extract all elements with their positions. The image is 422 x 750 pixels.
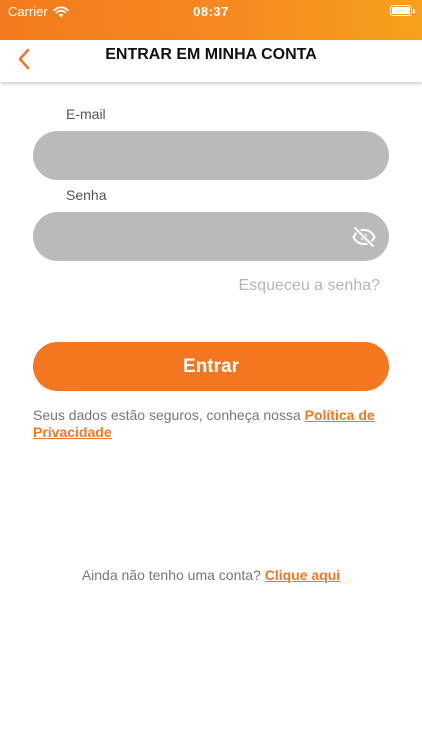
- eye-off-icon[interactable]: [352, 225, 376, 249]
- clock: 08:37: [193, 4, 229, 19]
- signup-link[interactable]: Clique aqui: [265, 567, 340, 583]
- battery-icon: [390, 5, 415, 16]
- login-button[interactable]: Entrar: [33, 342, 389, 391]
- password-label: Senha: [66, 187, 107, 203]
- navigation-bar: ENTRAR EM MINHA CONTA: [0, 40, 422, 82]
- signup-text: Ainda não tenho uma conta?: [81, 567, 261, 583]
- email-label: E-mail: [66, 106, 106, 122]
- forgot-password-link[interactable]: Esqueceu a senha?: [239, 277, 380, 295]
- privacy-text: Seus dados estão seguros, conheça nossa: [33, 407, 301, 423]
- password-field[interactable]: [33, 212, 389, 261]
- email-field[interactable]: [33, 131, 389, 180]
- page-title: ENTRAR EM MINHA CONTA: [105, 46, 317, 63]
- status-bar: Carrier 08:37: [0, 0, 422, 40]
- signup-prompt: Ainda não tenho uma conta? Clique aqui: [0, 567, 422, 583]
- privacy-notice: Seus dados estão seguros, conheça nossa …: [33, 407, 389, 441]
